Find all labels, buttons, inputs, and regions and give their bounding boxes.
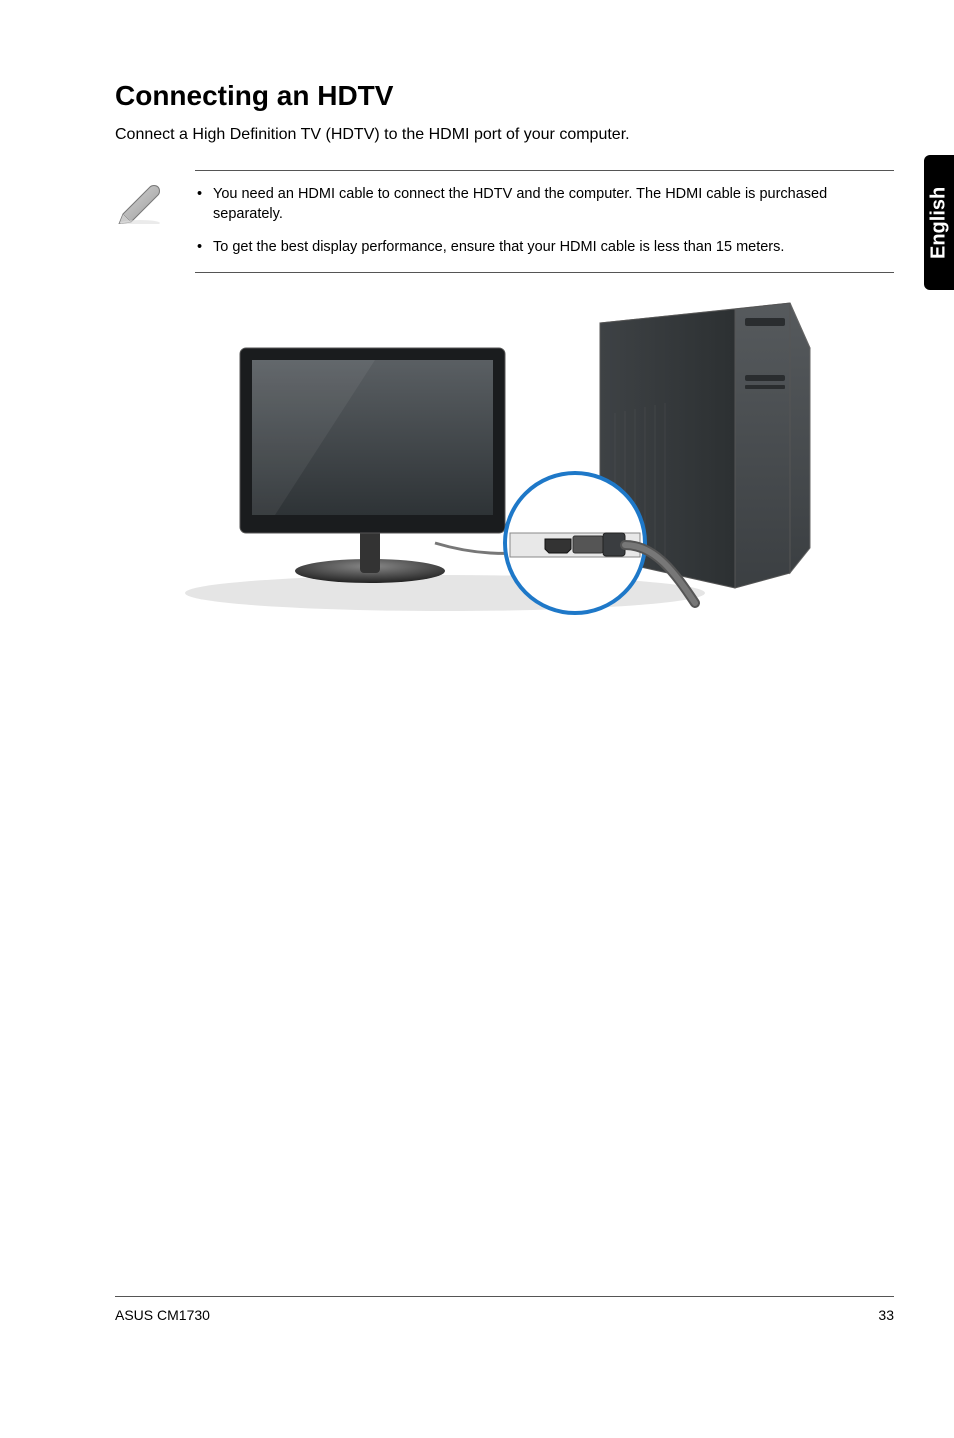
note-block: You need an HDMI cable to connect the HD… [115,170,894,273]
page-footer: ASUS CM1730 33 [115,1296,894,1323]
page-heading: Connecting an HDTV [115,80,894,112]
hdmi-connection-illustration [175,293,815,623]
note-item: To get the best display performance, ens… [195,238,894,258]
hdtv-illustration [240,348,505,583]
page: English Connecting an HDTV Connect a Hig… [0,0,954,1438]
note-content: You need an HDMI cable to connect the HD… [195,170,894,273]
footer-model: ASUS CM1730 [115,1307,210,1323]
pencil-note-icon [115,170,195,273]
footer-page-number: 33 [878,1307,894,1323]
language-tab: English [924,155,954,290]
note-item: You need an HDMI cable to connect the HD… [195,185,894,224]
intro-text: Connect a High Definition TV (HDTV) to t… [115,126,894,144]
